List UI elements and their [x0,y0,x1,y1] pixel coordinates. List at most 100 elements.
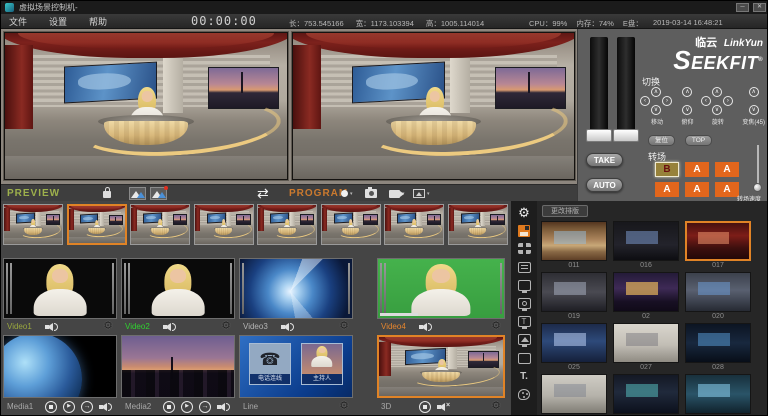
muted-speaker-icon[interactable]: × [437,402,450,412]
reset-button[interactable]: 复位 [648,135,675,146]
threed-thumbnail[interactable] [377,335,505,398]
change-layout-button[interactable]: 更改排版 [542,205,588,217]
transition-source-button-3[interactable]: A [715,162,739,177]
scene-thumbnail-027[interactable]: 027 [613,323,679,372]
pad-up-button[interactable]: ∧ [682,87,692,97]
scene-thumbnail-r4-10[interactable] [613,374,679,416]
playlist-icon[interactable] [515,260,533,275]
video1-thumbnail[interactable] [3,258,117,319]
snapshot-camera-icon[interactable] [365,187,377,200]
settings-gear-icon[interactable]: ⚙ [339,401,349,412]
take-button[interactable]: TAKE [586,153,623,167]
pad-down-button[interactable]: ∨ [749,105,759,115]
speaker-icon[interactable] [419,322,432,332]
menu-item-1[interactable]: 文件 [9,15,27,28]
transition-effect-icon[interactable] [129,187,146,200]
pad-up-button[interactable]: ∧ [712,87,722,97]
palette-icon[interactable] [515,387,533,402]
t-bar-handle-right[interactable] [613,129,639,142]
scene-thumbnail-025[interactable]: 025 [541,323,607,372]
stop-button[interactable] [45,401,57,413]
speaker-icon[interactable] [45,322,58,332]
add-window-icon[interactable] [515,241,533,256]
video2-thumbnail[interactable] [121,258,235,319]
transition-effect-icon-2[interactable] [150,187,167,200]
scene-thumbnail-02[interactable]: 02 [613,272,679,321]
settings-gear-icon[interactable]: ⚙ [221,321,231,332]
speaker-icon[interactable] [281,322,294,332]
loop-button[interactable]: → [81,401,93,413]
save-icon[interactable] [515,223,533,238]
speaker-icon[interactable] [217,402,230,412]
pad-left-button[interactable]: ‹ [640,96,650,106]
record-icon[interactable]: ▾ [341,187,353,200]
text-tool-icon[interactable]: T. [515,369,533,384]
pad-down-button[interactable]: ∨ [651,105,661,115]
camera-angle-thumbnail-8[interactable] [448,204,508,245]
settings-gear-icon[interactable]: ⚙ [491,321,501,332]
scene-thumbnail-017[interactable]: 017 [685,221,751,270]
speaker-icon[interactable] [163,322,176,332]
pad-right-button[interactable]: › [723,96,733,106]
t-bar-handle-left[interactable] [586,129,612,142]
host-box[interactable]: 主持人 [301,343,343,385]
scene-thumbnail-028[interactable]: 028 [685,323,751,372]
loop-button[interactable]: → [199,401,211,413]
top-button[interactable]: TOP [685,135,712,146]
transition-source-button-5[interactable]: A [685,182,709,197]
scene-thumbnail-020[interactable]: 020 [685,272,751,321]
transition-speed-knob[interactable] [753,183,762,192]
transition-source-button-1[interactable]: B [655,162,679,177]
pad-down-button[interactable]: ∨ [682,105,692,115]
image-output-icon[interactable]: ▾ [413,187,430,200]
line-thumbnail[interactable]: ☎ 电话连线 主持人 [239,335,353,398]
video4-thumbnail[interactable] [377,258,505,319]
auto-button[interactable]: AUTO [586,178,623,192]
video3-thumbnail[interactable] [239,258,353,319]
camera-angle-thumbnail-5[interactable] [257,204,317,245]
play-button[interactable]: ▶ [181,401,193,413]
speaker-icon[interactable] [99,402,112,412]
settings-gear-icon[interactable]: ⚙ [491,401,501,412]
pad-right-button[interactable]: › [662,96,672,106]
close-button[interactable]: ✕ [753,3,766,12]
transition-source-button-2[interactable]: A [685,162,709,177]
media1-thumbnail[interactable] [3,335,117,398]
stop-button[interactable] [419,401,431,413]
settings-icon[interactable]: ⚙ [515,205,533,220]
monitor-icon[interactable] [515,278,533,293]
pad-down-button[interactable]: ∨ [712,105,722,115]
scene-thumbnail-011[interactable]: 011 [541,221,607,270]
settings-gear-icon[interactable]: ⚙ [103,321,113,332]
monitor-subtitle-icon[interactable] [515,314,533,329]
menu-item-2[interactable]: 设置 [49,15,67,28]
camera-angle-thumbnail-1[interactable] [3,204,63,245]
scene-thumbnail-019[interactable]: 019 [541,272,607,321]
scene-thumbnail-r4-9[interactable] [541,374,607,416]
camera-angle-thumbnail-4[interactable] [194,204,254,245]
phone-call-box[interactable]: ☎ 电话连线 [249,343,291,385]
camera-angle-thumbnail-2[interactable] [67,204,127,245]
camera-angle-thumbnail-3[interactable] [130,204,190,245]
monitor-image-icon[interactable] [515,332,533,347]
stop-button[interactable] [163,401,175,413]
scene-thumbnail-r4-11[interactable] [685,374,751,416]
settings-gear-icon[interactable]: ⚙ [339,321,349,332]
menu-item-3[interactable]: 帮助 [89,15,107,28]
lock-icon[interactable] [103,191,111,198]
pad-up-button[interactable]: ∧ [651,87,661,97]
play-button[interactable]: ▶ [63,401,75,413]
camera-angle-thumbnail-6[interactable] [321,204,381,245]
transition-source-button-4[interactable]: A [655,182,679,197]
monitor-effect-icon[interactable] [515,296,533,311]
media2-thumbnail[interactable] [121,335,235,398]
swap-icon[interactable]: ⇄ [257,185,269,202]
camera-angle-thumbnail-7[interactable] [384,204,444,245]
blank-frame-icon[interactable] [515,351,533,366]
pad-up-button[interactable]: ∧ [749,87,759,97]
scene-thumbnail-016[interactable]: 016 [613,221,679,270]
video-camera-icon[interactable]: ▾ [389,187,405,200]
t-bar-fader[interactable] [582,37,644,145]
minimize-button[interactable]: ─ [736,3,749,12]
pad-left-button[interactable]: ‹ [701,96,711,106]
